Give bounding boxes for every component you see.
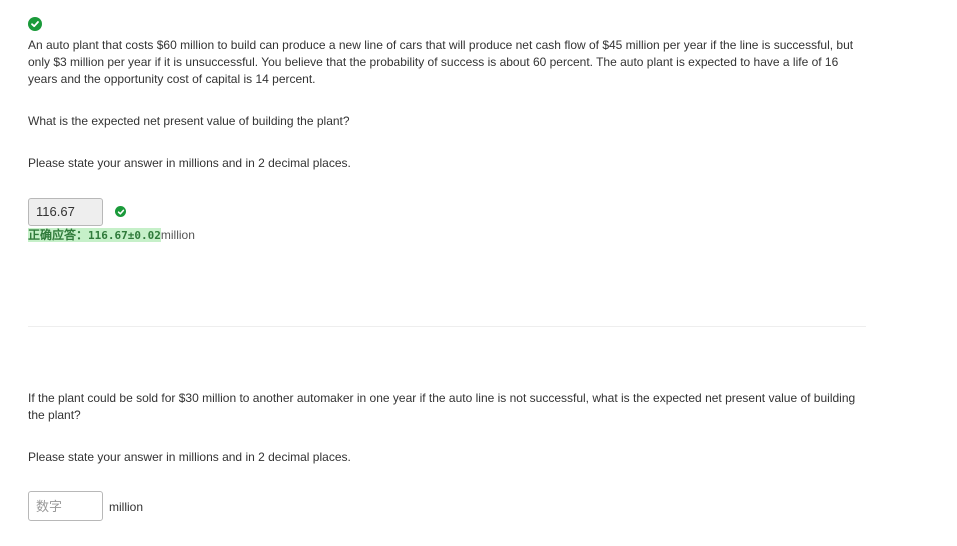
correct-answer-feedback: 正确应答：116.67±0.02million	[28, 227, 195, 244]
correct-answer-value: 116.67±0.02	[88, 229, 161, 242]
section-divider	[28, 326, 866, 327]
checkmark-glyph	[31, 21, 39, 28]
answer-1-field[interactable]: 116.67	[28, 198, 103, 226]
question-2-text: If the plant could be sold for $30 milli…	[28, 391, 856, 422]
problem-text: An auto plant that costs $60 million to …	[28, 38, 854, 86]
correct-answer-highlight: 正确应答：116.67±0.02	[28, 228, 161, 242]
answer-correct-icon	[115, 206, 126, 217]
correct-answer-unit: million	[160, 228, 195, 242]
checkmark-glyph	[117, 209, 124, 215]
check-circle-icon	[28, 17, 42, 31]
answer-2-input[interactable]	[28, 491, 103, 521]
answer-2-unit: million	[109, 500, 144, 514]
question-2-instruction: Please state your answer in millions and…	[28, 450, 351, 464]
question-1-text: What is the expected net present value o…	[28, 114, 350, 128]
correct-answer-label: 正确应答：	[28, 228, 89, 242]
question-1-instruction: Please state your answer in millions and…	[28, 156, 351, 170]
